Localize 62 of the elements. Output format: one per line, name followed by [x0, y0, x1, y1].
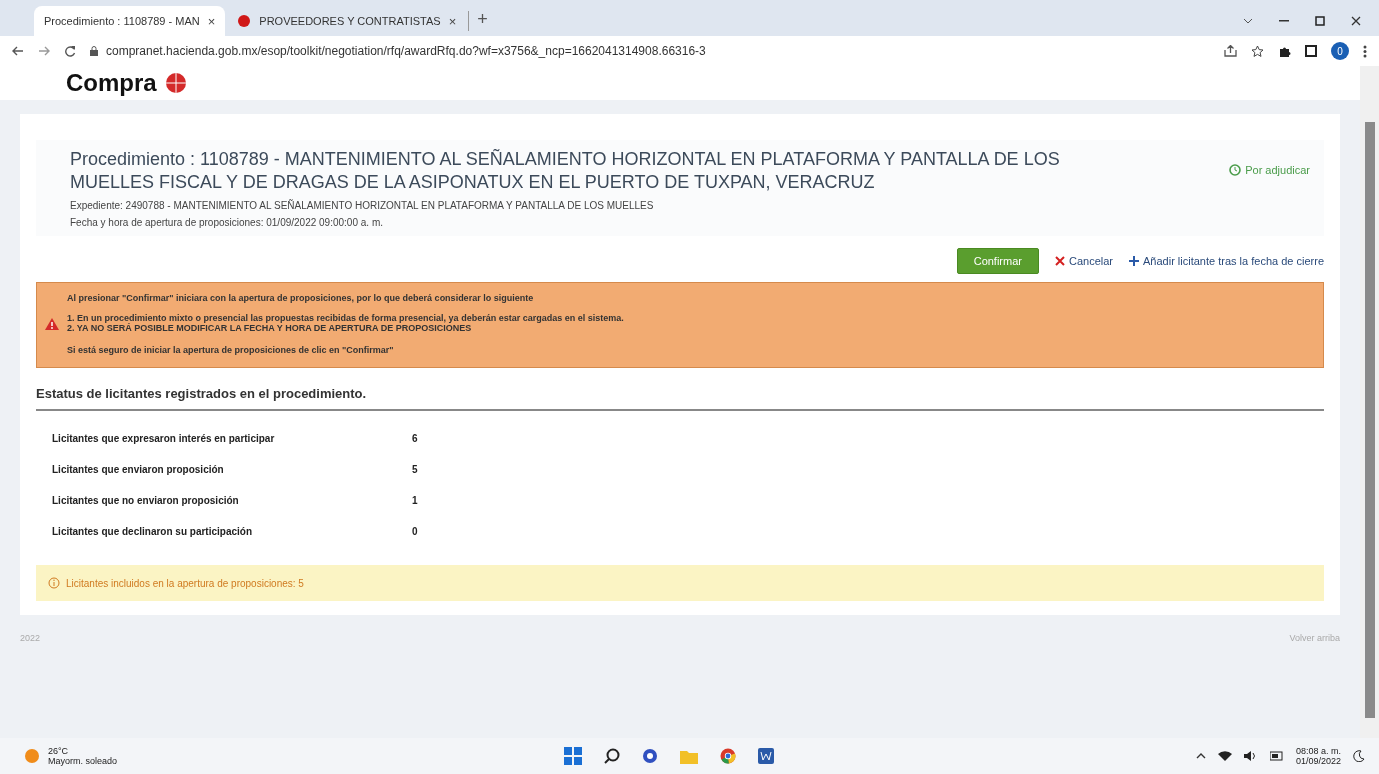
stat-value: 0	[412, 526, 419, 537]
lock-icon	[90, 46, 98, 56]
maximize-icon[interactable]	[1315, 16, 1325, 26]
word-document-icon[interactable]	[758, 748, 774, 764]
file-text: Expediente: 2490788 - MANTENIMIENTO AL SEÑALAMIENTO HORIZONTAL EN PLATAFORMA Y PANTALLA DE LOS MUELLES	[70, 200, 655, 211]
stat-value: 6	[412, 433, 419, 444]
site-favicon-icon	[237, 14, 252, 28]
chevron-up-icon[interactable]	[1195, 753, 1206, 759]
clock-time: 08:08 a. m.	[1295, 746, 1341, 756]
stats-heading: Estatus de licitantes registrados en el procedimiento.	[36, 386, 1324, 411]
reload-icon[interactable]	[64, 45, 76, 57]
scrollbar-thumb[interactable]	[1364, 122, 1375, 718]
close-tab-icon[interactable]: ×	[448, 13, 457, 29]
stat-label: Licitantes que enviaron proposición	[52, 464, 225, 475]
logo-text: Compra	[66, 69, 157, 97]
new-tab-button[interactable]: +	[468, 11, 496, 31]
minimize-icon[interactable]	[1279, 20, 1289, 22]
sun-icon	[24, 748, 40, 764]
status-label: Por adjudicar	[1245, 164, 1310, 176]
stat-label: Licitantes que no enviaron proposición	[52, 495, 240, 506]
opening-date-text: Fecha y hora de apertura de proposiciones: 01/09/2022 09:00:00 a. m.	[70, 217, 384, 228]
clock-icon	[1229, 164, 1242, 176]
close-icon[interactable]	[1351, 16, 1361, 26]
procedure-title: Procedimiento : 1108789 - MANTENIMIENTO AL SEÑALAMIENTO HORIZONTAL EN PLATAFORMA Y PANTALLA DE LOS MUELLES FISCAL Y DE DRAGAS DE LA ASIPONATUX EN EL PUERTO DE TUXPAN, VERACRUZ	[70, 148, 1061, 194]
back-arrow-icon[interactable]	[12, 46, 24, 56]
side-panel-icon[interactable]	[1305, 45, 1317, 57]
warning-intro: Al presionar "Confirmar" iniciara con la apertura de proposiciones, por lo que deberá considerar lo siguiente	[67, 293, 535, 303]
chevron-down-icon[interactable]	[1243, 18, 1253, 24]
warning-point: 1. En un procedimiento mixto o presencial las propuestas recibidas de forma presencial, ya deberán estar cargadas en el sistema.	[67, 313, 624, 323]
star-icon[interactable]	[1251, 44, 1264, 58]
profile-avatar[interactable]: 0	[1331, 42, 1349, 60]
moon-icon[interactable]	[1353, 750, 1365, 762]
info-text: Licitantes incluidos en la apertura de proposiciones: 5	[66, 577, 304, 589]
windows-start-icon[interactable]	[564, 747, 582, 765]
search-icon[interactable]	[604, 748, 620, 764]
stat-label: Licitantes que expresaron interés en participar	[52, 433, 276, 444]
close-tab-icon[interactable]: ×	[207, 13, 216, 29]
stat-value: 1	[412, 495, 419, 506]
weather-text: Mayorm. soleado	[48, 756, 118, 766]
more-menu-icon[interactable]	[1363, 44, 1367, 58]
warning-outro: Si está seguro de iniciar la apertura de proposiciones de clic en "Confirmar"	[67, 345, 395, 355]
speaker-icon[interactable]	[1243, 751, 1258, 761]
plus-icon	[1129, 256, 1139, 266]
wifi-icon[interactable]	[1217, 751, 1232, 761]
warning-point: 2. YA NO SERÁ POSIBLE MODIFICAR LA FECHA Y HORA DE APERTURA DE PROPOSICIONES	[67, 323, 473, 333]
x-icon	[1055, 256, 1065, 266]
chrome-browser-icon[interactable]	[720, 748, 736, 764]
warning-icon	[45, 318, 59, 330]
stat-label: Licitantes que declinaron su participación	[52, 526, 254, 537]
browser-tab[interactable]: PROVEEDORES Y CONTRATISTAS ×	[227, 6, 467, 36]
share-icon[interactable]	[1224, 45, 1237, 57]
browser-tab[interactable]: Procedimiento : 1108789 - MAN ×	[34, 6, 226, 36]
clock-date: 01/09/2022	[1295, 756, 1341, 766]
footer-year: 2022	[20, 633, 41, 643]
info-icon	[48, 577, 60, 589]
forward-arrow-icon[interactable]	[38, 46, 50, 56]
temperature-text: 26°C	[48, 746, 70, 756]
cancel-link[interactable]: Cancelar	[1055, 255, 1113, 267]
add-bidder-link[interactable]: Añadir licitante tras la fecha de cierre	[1129, 255, 1324, 267]
battery-icon[interactable]	[1269, 751, 1284, 761]
stat-value: 5	[412, 464, 419, 475]
address-bar[interactable]: compranet.hacienda.gob.mx/esop/toolkit/negotiation/rfq/awardRfq.do?wf=x3756&_ncp=1662041314908.66316-3	[106, 44, 706, 58]
